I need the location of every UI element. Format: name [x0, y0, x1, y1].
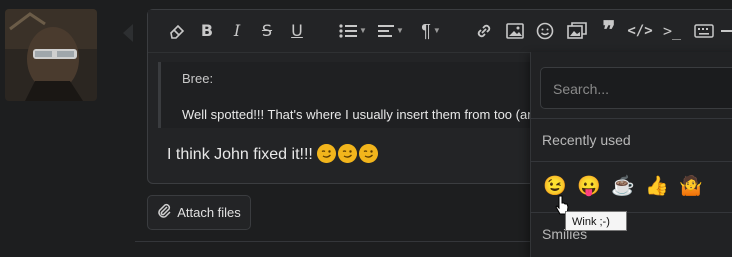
message-pointer: [123, 24, 133, 42]
strikethrough-icon[interactable]: S: [258, 19, 276, 43]
wink-emoji: [338, 144, 358, 163]
eraser-icon[interactable]: [166, 19, 188, 43]
paragraph-icon[interactable]: ¶ ▼: [416, 19, 446, 43]
divider: [530, 118, 732, 119]
emoji-coffee[interactable]: ☕: [611, 175, 635, 199]
bold-icon[interactable]: B: [198, 19, 216, 43]
align-icon[interactable]: ▼: [376, 19, 406, 43]
editor-toolbar: B I S U ▼ ▼ ¶ ▼ ❞ </> >_: [148, 10, 732, 53]
paperclip-icon: [157, 203, 171, 222]
message-text: I think John fixed it!!!: [167, 146, 313, 163]
inline-code-icon[interactable]: >_: [660, 19, 684, 43]
emoji-tooltip: Wink ;-): [565, 211, 627, 231]
quote-author: Bree:: [182, 71, 214, 86]
wink-emoji: [317, 144, 337, 163]
emoji-thumbs-up[interactable]: 👍: [645, 175, 669, 199]
emoji-search-box[interactable]: [540, 67, 732, 109]
keyboard-icon[interactable]: [692, 19, 716, 43]
message-text-line[interactable]: I think John fixed it!!!: [167, 144, 380, 164]
emoji-icon[interactable]: [534, 19, 556, 43]
recently-used-title: Recently used: [542, 132, 631, 148]
media-icon[interactable]: [566, 19, 588, 43]
wink-emoji: [359, 144, 379, 163]
emoji-tongue[interactable]: 😛: [577, 175, 601, 199]
avatar-image: [5, 9, 97, 101]
avatar[interactable]: [5, 9, 97, 101]
divider: [530, 161, 732, 162]
emoji-search-input[interactable]: [551, 78, 732, 100]
emoji-shrug[interactable]: 🤷: [679, 175, 703, 199]
code-icon[interactable]: </>: [627, 19, 652, 43]
quote-icon[interactable]: ❞: [598, 19, 620, 43]
more-icon[interactable]: [720, 19, 732, 43]
underline-icon[interactable]: U: [288, 19, 306, 43]
link-icon[interactable]: [473, 19, 495, 43]
attach-files-label: Attach files: [177, 205, 241, 220]
image-icon[interactable]: [504, 19, 526, 43]
quote-text: Well spotted!!! That's where I usually i…: [182, 107, 542, 122]
italic-icon[interactable]: I: [228, 19, 246, 43]
attach-files-button[interactable]: Attach files: [147, 195, 251, 230]
list-icon[interactable]: ▼: [338, 19, 368, 43]
